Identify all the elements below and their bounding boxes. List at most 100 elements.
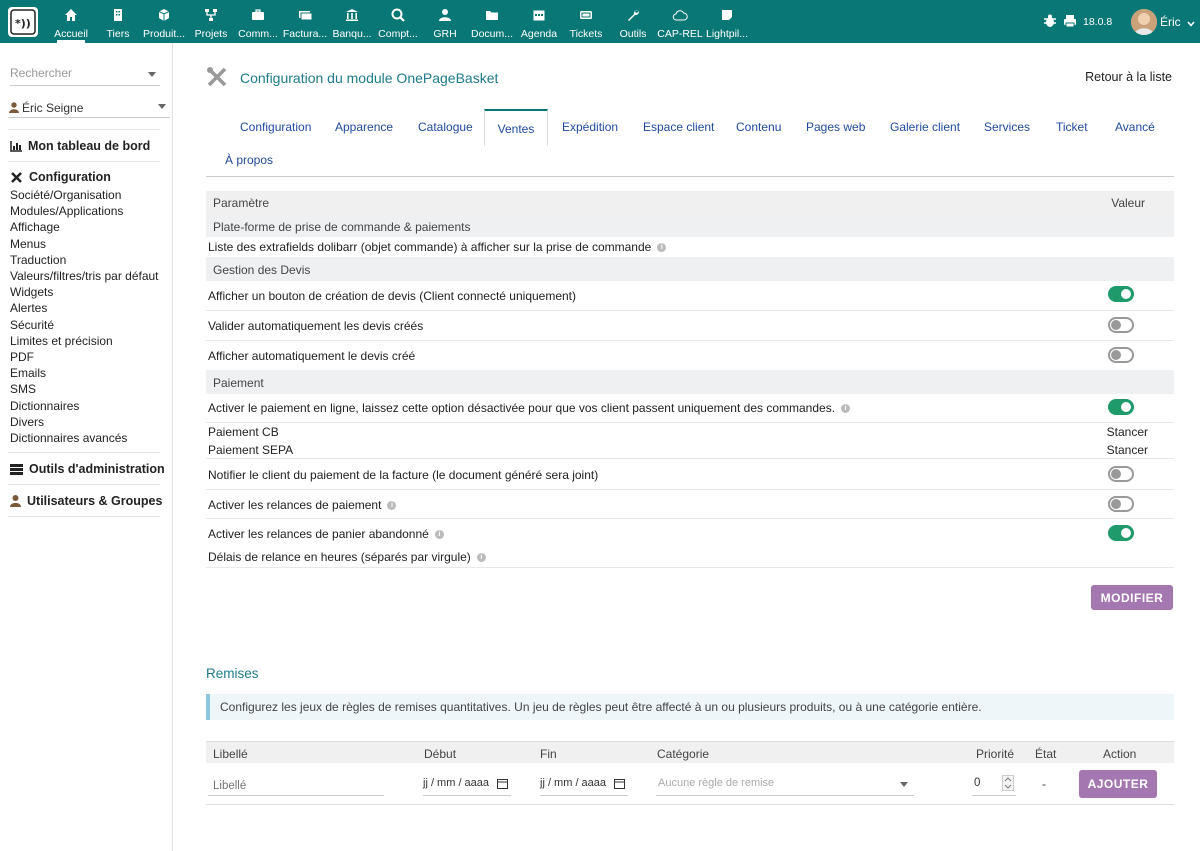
sidebar-item-admin-tools[interactable]: Outils d'administration: [10, 462, 165, 476]
end-date-input[interactable]: jj / mm / aaaa: [540, 772, 628, 796]
avatar[interactable]: [1131, 9, 1157, 35]
chevron-down-icon[interactable]: [1187, 17, 1195, 27]
tab-apparence[interactable]: Apparence: [335, 120, 393, 134]
sidebar-link[interactable]: Traduction: [10, 253, 66, 267]
toggle-switch[interactable]: [1108, 496, 1134, 512]
toggle-switch[interactable]: [1108, 399, 1134, 415]
tab-ticket[interactable]: Ticket: [1056, 120, 1088, 134]
add-button[interactable]: AJOUTER: [1079, 770, 1157, 798]
menu-item-accueil[interactable]: Accueil: [47, 0, 95, 43]
menu-item-compt[interactable]: Compt...: [374, 0, 422, 43]
spinner-icon[interactable]: [1002, 775, 1014, 791]
tab-galerie-client[interactable]: Galerie client: [890, 120, 960, 134]
info-icon[interactable]: i: [387, 501, 397, 511]
libelle-input[interactable]: [208, 772, 384, 796]
sidebar-link[interactable]: Dictionnaires avancés: [10, 431, 127, 445]
menu-item-produit[interactable]: Produit...: [140, 0, 188, 43]
setting-row-cb: Paiement CB Stancer: [206, 423, 1174, 442]
menu-item-factura[interactable]: Factura...: [281, 0, 329, 43]
menu-item-comm[interactable]: Comm...: [234, 0, 282, 43]
cloud-icon: [656, 8, 704, 22]
col-categorie: Catégorie: [657, 747, 710, 761]
sidebar-link[interactable]: Alertes: [10, 301, 47, 315]
menu-item-banqu[interactable]: Banqu...: [328, 0, 376, 43]
info-icon[interactable]: i: [657, 243, 667, 253]
calendar-icon[interactable]: [497, 778, 508, 789]
menu-item-lightpil[interactable]: Lightpil...: [703, 0, 751, 43]
sidebar-link[interactable]: Widgets: [10, 285, 53, 299]
printer-icon[interactable]: [1063, 14, 1077, 28]
sidebar-link[interactable]: Sécurité: [10, 318, 54, 332]
setting-row-quote-button: Afficher un bouton de création de devis …: [206, 281, 1174, 311]
tab-pages-web[interactable]: Pages web: [806, 120, 865, 134]
sidebar-link[interactable]: Dictionnaires: [10, 399, 79, 413]
sidebar-link[interactable]: Modules/Applications: [10, 204, 123, 218]
setting-label: Valider automatiquement les devis créés: [208, 319, 424, 333]
info-icon[interactable]: i: [434, 530, 444, 540]
sidebar-link[interactable]: Menus: [10, 237, 46, 251]
setting-value: Stancer: [1106, 443, 1148, 457]
menu-item-tiers[interactable]: Tiers: [94, 0, 142, 43]
sidebar-item-configuration[interactable]: Configuration: [10, 170, 111, 184]
table-header: Paramètre Valeur: [206, 191, 1174, 214]
search-input[interactable]: [10, 66, 140, 80]
sidebar-link[interactable]: Emails: [10, 366, 46, 380]
menu-item-tickets[interactable]: Tickets: [562, 0, 610, 43]
toggle-switch[interactable]: [1108, 525, 1134, 541]
toggle-switch[interactable]: [1108, 286, 1134, 302]
search-box[interactable]: [10, 66, 160, 86]
tab-avance[interactable]: Avancé: [1115, 120, 1155, 134]
sidebar-item-dashboard[interactable]: Mon tableau de bord: [10, 139, 150, 153]
setting-text: Activer les relances de paiement: [208, 498, 382, 512]
user-select[interactable]: Éric Seigne: [8, 98, 170, 118]
tab-contenu[interactable]: Contenu: [736, 120, 781, 134]
tab-a-propos[interactable]: À propos: [225, 153, 273, 167]
menu-item-label: Agenda: [520, 28, 558, 40]
sidebar-link[interactable]: SMS: [10, 382, 36, 396]
setting-row-show-quote: Afficher automatiquement le devis créé: [206, 341, 1174, 370]
menu-item-projets[interactable]: Projets: [187, 0, 235, 43]
sidebar-item-users-groups[interactable]: Utilisateurs & Groupes: [10, 494, 162, 508]
category-select[interactable]: Aucune règle de remise: [656, 772, 914, 796]
tab-services[interactable]: Services: [984, 120, 1030, 134]
dolibarr-logo[interactable]: *)): [8, 7, 38, 37]
info-icon[interactable]: i: [841, 404, 851, 414]
tab-ventes[interactable]: Ventes: [484, 109, 548, 146]
sidebar-link[interactable]: PDF: [10, 350, 34, 364]
info-icon[interactable]: i: [476, 553, 486, 563]
setting-label: Activer les relances de paiement i: [208, 498, 397, 512]
user-name-label[interactable]: Éric: [1160, 15, 1181, 29]
start-date-input[interactable]: jj / mm / aaaa: [423, 772, 511, 796]
sidebar-link[interactable]: Valeurs/filtres/tris par défaut: [10, 269, 159, 283]
menu-item-outils[interactable]: Outils: [609, 0, 657, 43]
chevron-down-icon[interactable]: [148, 72, 156, 77]
menu-item-label: Outils: [619, 28, 647, 40]
sidebar-link[interactable]: Divers: [10, 415, 44, 429]
folder-icon: [468, 8, 516, 22]
menu-item-cap-rel[interactable]: CAP-REL: [656, 0, 704, 43]
discount-form-row: jj / mm / aaaa jj / mm / aaaa Aucune règ…: [206, 763, 1174, 805]
toggle-switch[interactable]: [1108, 317, 1134, 333]
menu-item-label: Docum...: [470, 28, 513, 40]
tab-configuration[interactable]: Configuration: [240, 120, 311, 134]
priority-input[interactable]: 0: [972, 772, 1016, 796]
tab-espace-client[interactable]: Espace client: [643, 120, 714, 134]
sidebar-link[interactable]: Société/Organisation: [10, 188, 121, 202]
sidebar-link[interactable]: Limites et précision: [10, 334, 113, 348]
tab-catalogue[interactable]: Catalogue: [418, 120, 473, 134]
menu-item-agenda[interactable]: Agenda: [515, 0, 563, 43]
menu-item-label: Tiers: [106, 28, 130, 40]
calendar-icon[interactable]: [614, 778, 625, 789]
tab-expedition[interactable]: Expédition: [562, 120, 618, 134]
toggle-switch[interactable]: [1108, 347, 1134, 363]
chevron-down-icon[interactable]: [158, 104, 166, 109]
menu-item-grh[interactable]: GRH: [421, 0, 469, 43]
modify-button[interactable]: MODIFIER: [1091, 585, 1173, 610]
setting-row-delay: Délais de relance en heures (séparés par…: [206, 548, 1174, 568]
toggle-switch[interactable]: [1108, 466, 1134, 482]
sidebar-link[interactable]: Affichage: [10, 220, 60, 234]
bug-icon[interactable]: [1043, 14, 1057, 28]
back-to-list-link[interactable]: Retour à la liste: [1085, 70, 1172, 84]
chevron-down-icon[interactable]: [900, 782, 908, 787]
menu-item-docum[interactable]: Docum...: [468, 0, 516, 43]
